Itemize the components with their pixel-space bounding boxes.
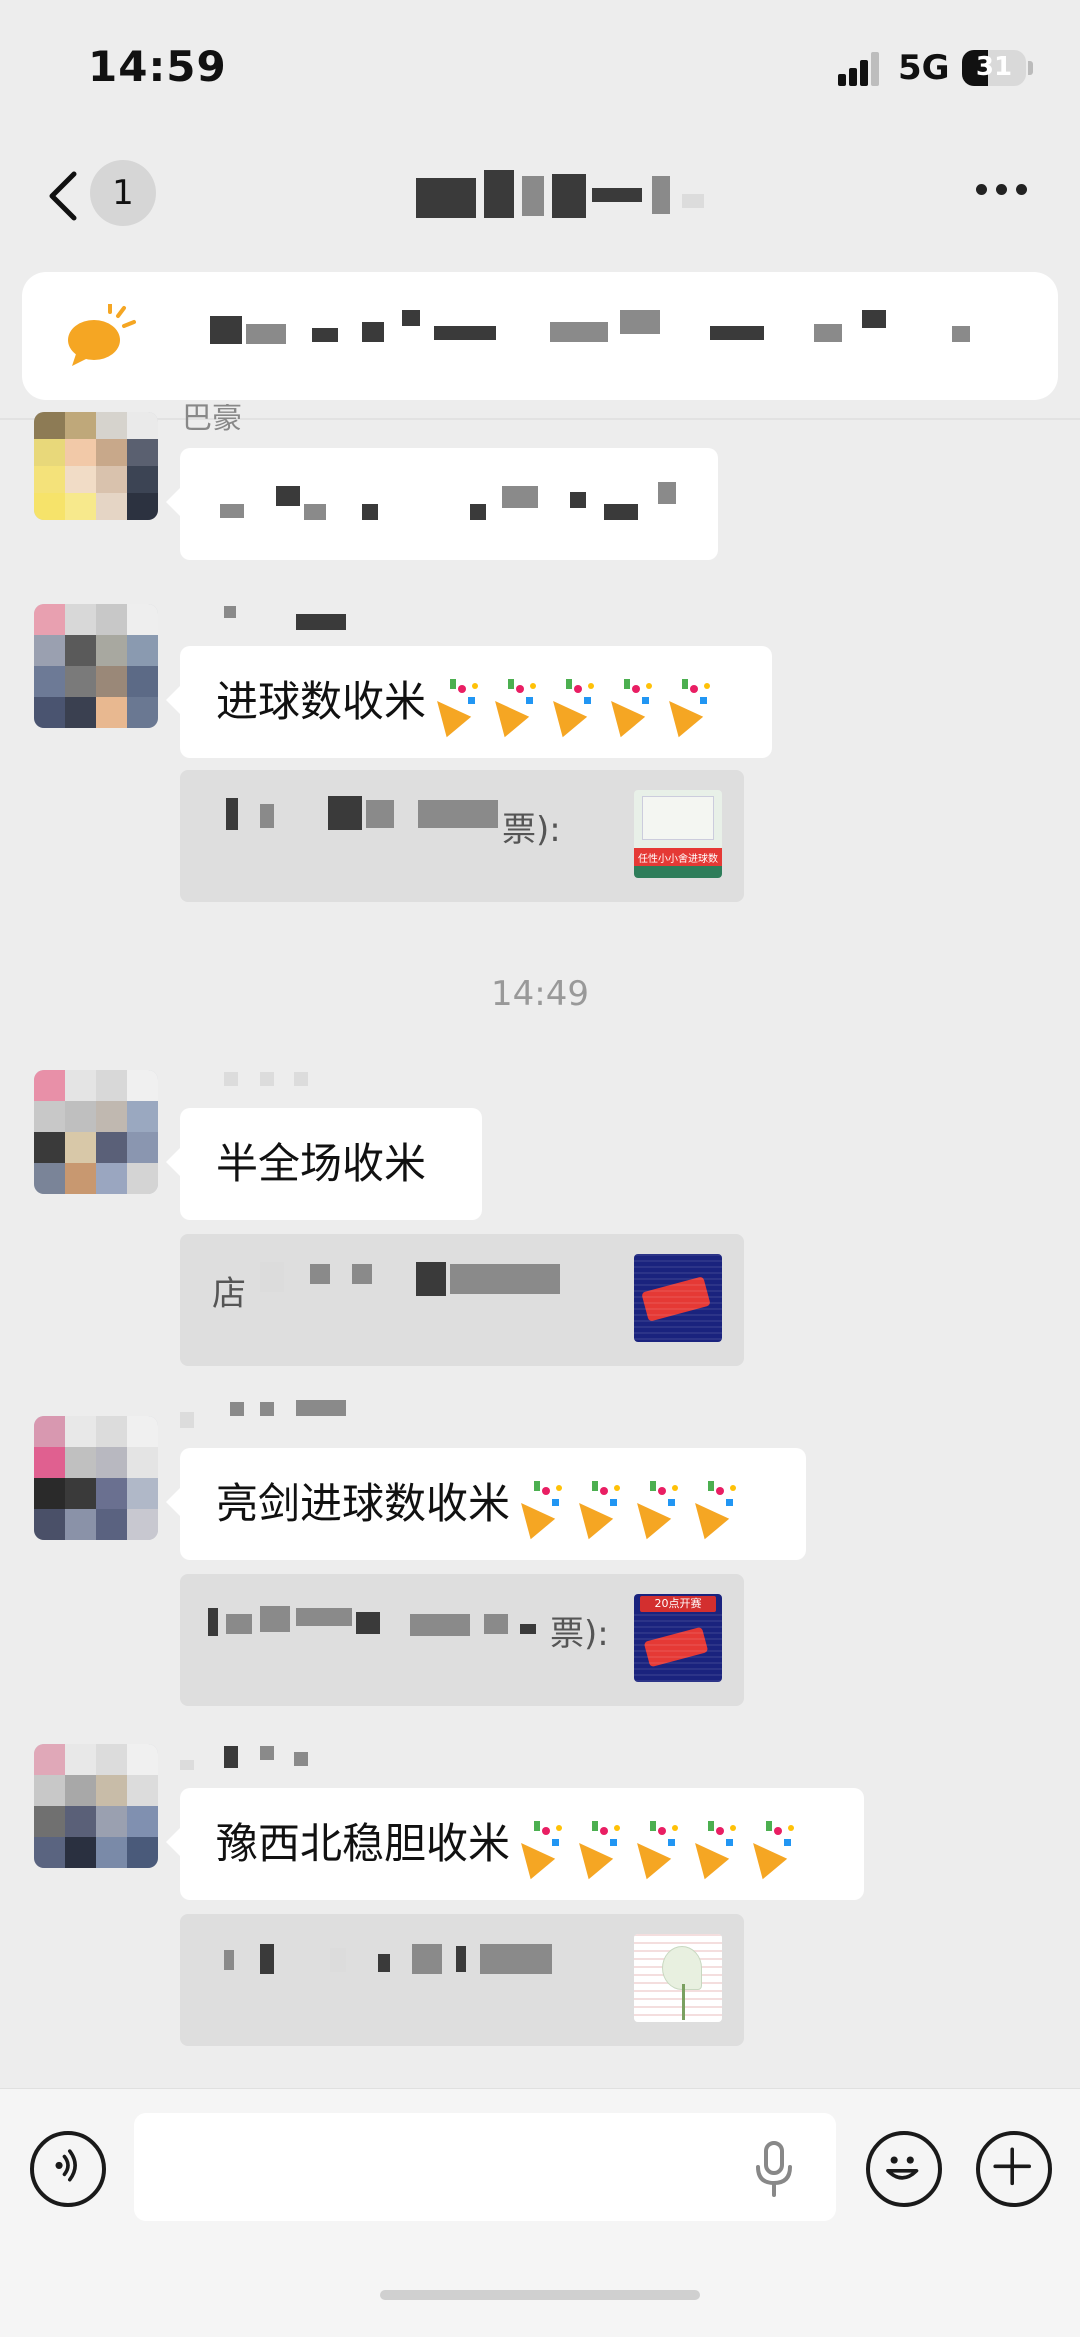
message-bubble[interactable]: 半全场收米	[166, 1108, 482, 1220]
sender-name: 巴豪	[182, 404, 242, 434]
quoted-image-thumbnail[interactable]: 20点开赛	[634, 1594, 722, 1682]
signal-icon	[838, 52, 880, 86]
party-popper-icon	[508, 1451, 742, 1563]
quoted-message[interactable]: 票): 任性小小舍进球数	[180, 770, 744, 902]
status-time: 14:59	[88, 42, 227, 91]
speech-bubble-icon	[68, 304, 136, 366]
network-type: 5G	[898, 48, 950, 88]
message-text: 豫西北稳胆收米	[216, 1819, 511, 1868]
sender-name-redacted	[180, 1744, 340, 1770]
quoted-message[interactable]: 票): 20点开赛	[180, 1574, 744, 1706]
chat-title-redacted[interactable]	[410, 170, 710, 222]
quoted-message[interactable]: 店	[180, 1234, 744, 1366]
home-indicator	[380, 2290, 700, 2300]
avatar[interactable]	[34, 1416, 158, 1540]
battery-icon: 31	[962, 50, 1026, 86]
message-input[interactable]	[134, 2113, 836, 2221]
avatar[interactable]	[34, 412, 158, 520]
sender-name-redacted	[220, 1070, 320, 1096]
emoji-face-icon[interactable]	[866, 2131, 942, 2207]
plus-icon[interactable]	[976, 2131, 1052, 2207]
battery-percent: 31	[975, 52, 1013, 82]
chevron-left-icon[interactable]	[44, 168, 84, 224]
quoted-message[interactable]	[180, 1914, 744, 2046]
message-text: 半全场收米	[216, 1139, 427, 1188]
sender-name-redacted	[180, 1400, 350, 1428]
more-dots-icon[interactable]	[976, 184, 1028, 198]
thumb-label: 任性小小舍进球数	[638, 854, 718, 865]
party-popper-icon	[424, 649, 716, 761]
message-timestamp: 14:49	[491, 974, 589, 1014]
group-notice-banner[interactable]	[22, 272, 1058, 400]
chat-header: 1	[0, 140, 1080, 250]
avatar[interactable]	[34, 604, 158, 728]
microphone-icon[interactable]	[750, 2141, 798, 2197]
status-bar: 14:59 5G 31	[0, 0, 1080, 140]
thumb-label: 20点开赛	[654, 1597, 702, 1610]
sender-name-redacted	[220, 604, 350, 630]
quoted-image-thumbnail[interactable]	[634, 1934, 722, 2022]
message-bubble[interactable]: 豫西北稳胆收米	[166, 1788, 864, 1903]
party-popper-icon	[508, 1791, 800, 1903]
message-bubble[interactable]: 进球数收米	[166, 646, 772, 761]
message-text: 亮剑进球数收米	[216, 1479, 511, 1528]
quoted-text: 店	[212, 1274, 246, 1314]
message-bubble-redacted[interactable]	[166, 448, 718, 560]
quoted-text: 票):	[502, 810, 561, 850]
voice-toggle-icon[interactable]	[30, 2131, 106, 2207]
message-bubble[interactable]: 亮剑进球数收米	[166, 1448, 806, 1563]
quoted-text: 票):	[550, 1614, 609, 1654]
avatar[interactable]	[34, 1070, 158, 1194]
avatar[interactable]	[34, 1744, 158, 1868]
quoted-image-thumbnail[interactable]: 任性小小舍进球数	[634, 790, 722, 878]
unread-count-badge[interactable]: 1	[90, 160, 156, 226]
message-text: 进球数收米	[216, 677, 427, 726]
quoted-image-thumbnail[interactable]	[634, 1254, 722, 1342]
